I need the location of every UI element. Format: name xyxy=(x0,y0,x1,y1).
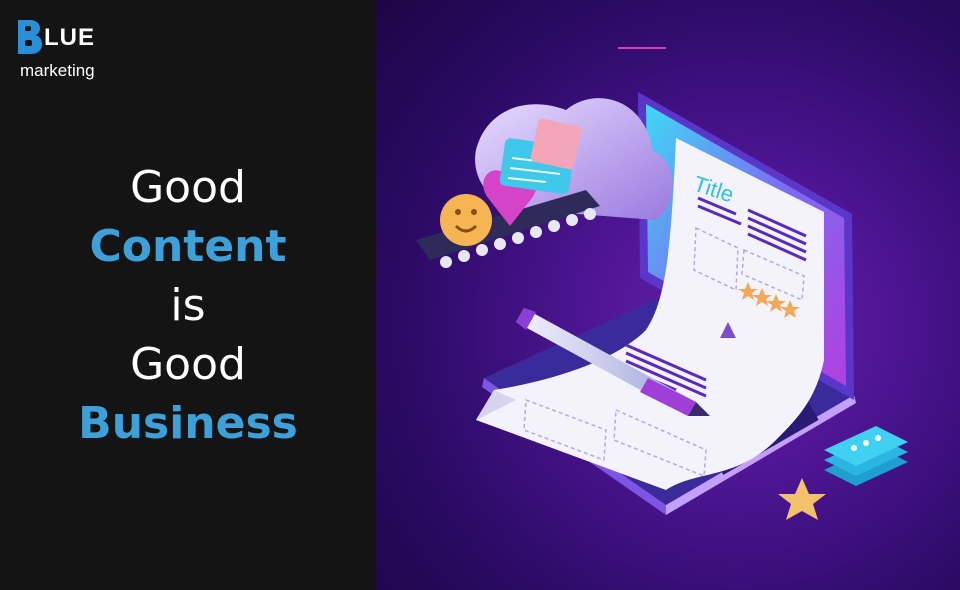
logo-b-icon xyxy=(18,20,42,54)
headline-line-1: Good xyxy=(130,162,246,213)
headline-line-4: Good xyxy=(130,339,246,390)
content-marketing-illustration: Title xyxy=(416,92,908,520)
cloud-icon xyxy=(416,98,673,268)
image-icon xyxy=(530,118,582,170)
headline-line-3: is xyxy=(170,280,206,331)
smiley-icon xyxy=(440,194,492,246)
headline-line-2: Content xyxy=(89,221,287,272)
banner: LUE marketing Good Content is Good Busin… xyxy=(0,0,960,590)
headline: Good Content is Good Business xyxy=(0,158,376,453)
text-panel: LUE marketing Good Content is Good Busin… xyxy=(0,0,376,590)
star-icon xyxy=(778,478,826,520)
headline-line-5: Business xyxy=(78,398,298,449)
chat-stack-icon xyxy=(824,426,908,486)
logo-subtitle: marketing xyxy=(20,61,95,80)
logo-wordmark: LUE xyxy=(44,24,95,51)
